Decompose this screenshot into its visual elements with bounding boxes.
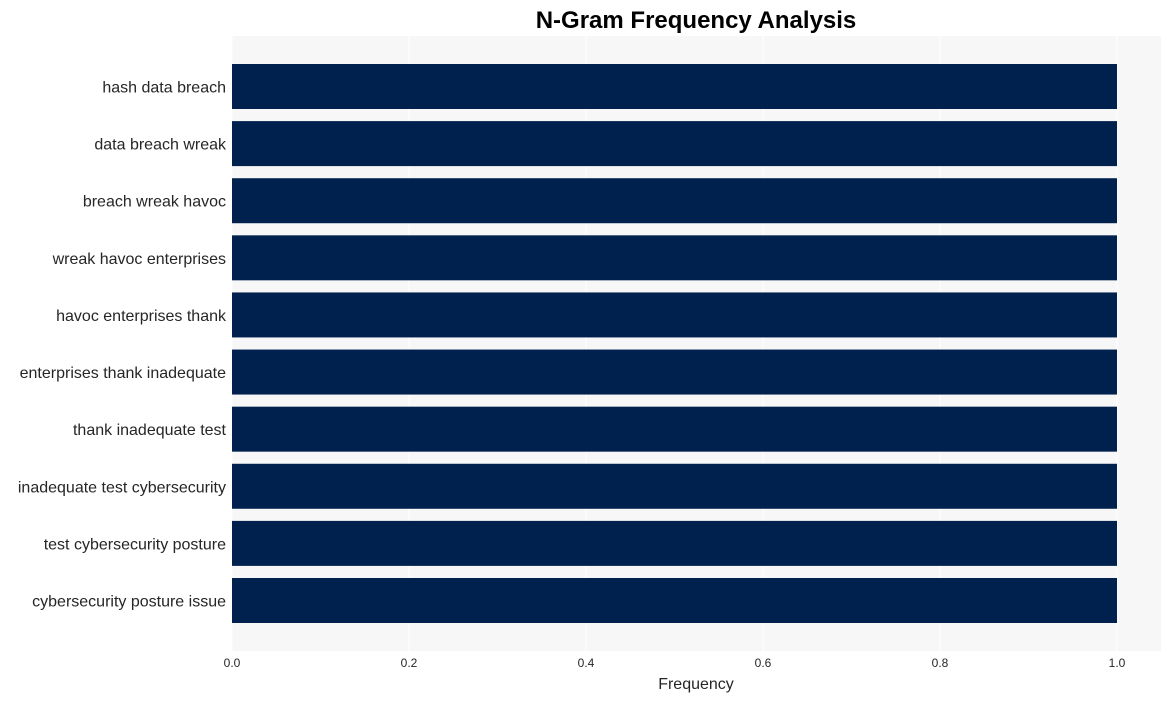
y-tick-label: data breach wreak: [94, 137, 227, 154]
bar: [232, 64, 1117, 109]
x-tick-labels: 0.0 0.2 0.4 0.6 0.8 1.0: [224, 656, 1126, 670]
x-tick-label: 0.2: [401, 656, 418, 670]
chart-title: N-Gram Frequency Analysis: [536, 7, 857, 34]
bar: [232, 292, 1117, 338]
bar: [232, 578, 1117, 623]
x-tick-label: 0.0: [224, 656, 241, 670]
bar: [232, 235, 1117, 281]
bar: [232, 520, 1117, 566]
x-tick-label: 0.4: [578, 656, 595, 670]
y-tick-label: wreak havoc enterprises: [52, 251, 226, 268]
y-tick-label: breach wreak havoc: [83, 194, 226, 211]
bar: [232, 121, 1117, 167]
x-tick-label: 0.8: [932, 656, 949, 670]
bar: [232, 178, 1117, 224]
y-tick-label: enterprises thank inadequate: [20, 365, 226, 382]
ngram-bar-chart: N-Gram Frequency Analysis hash data brea…: [18, 7, 1161, 693]
bar: [232, 406, 1117, 452]
x-tick-label: 0.6: [755, 656, 772, 670]
y-tick-label: cybersecurity posture issue: [32, 594, 226, 611]
bar: [232, 349, 1117, 395]
y-tick-label: hash data breach: [102, 80, 226, 97]
y-tick-label: test cybersecurity posture: [44, 536, 226, 553]
x-axis-label: Frequency: [658, 676, 734, 693]
y-tick-label: inadequate test cybersecurity: [18, 479, 226, 496]
x-tick-label: 1.0: [1109, 656, 1126, 670]
y-tick-label: havoc enterprises thank: [56, 308, 227, 325]
y-tick-label: thank inadequate test: [73, 422, 227, 439]
bar: [232, 463, 1117, 509]
y-tick-labels: hash data breach data breach wreak breach …: [18, 80, 227, 611]
